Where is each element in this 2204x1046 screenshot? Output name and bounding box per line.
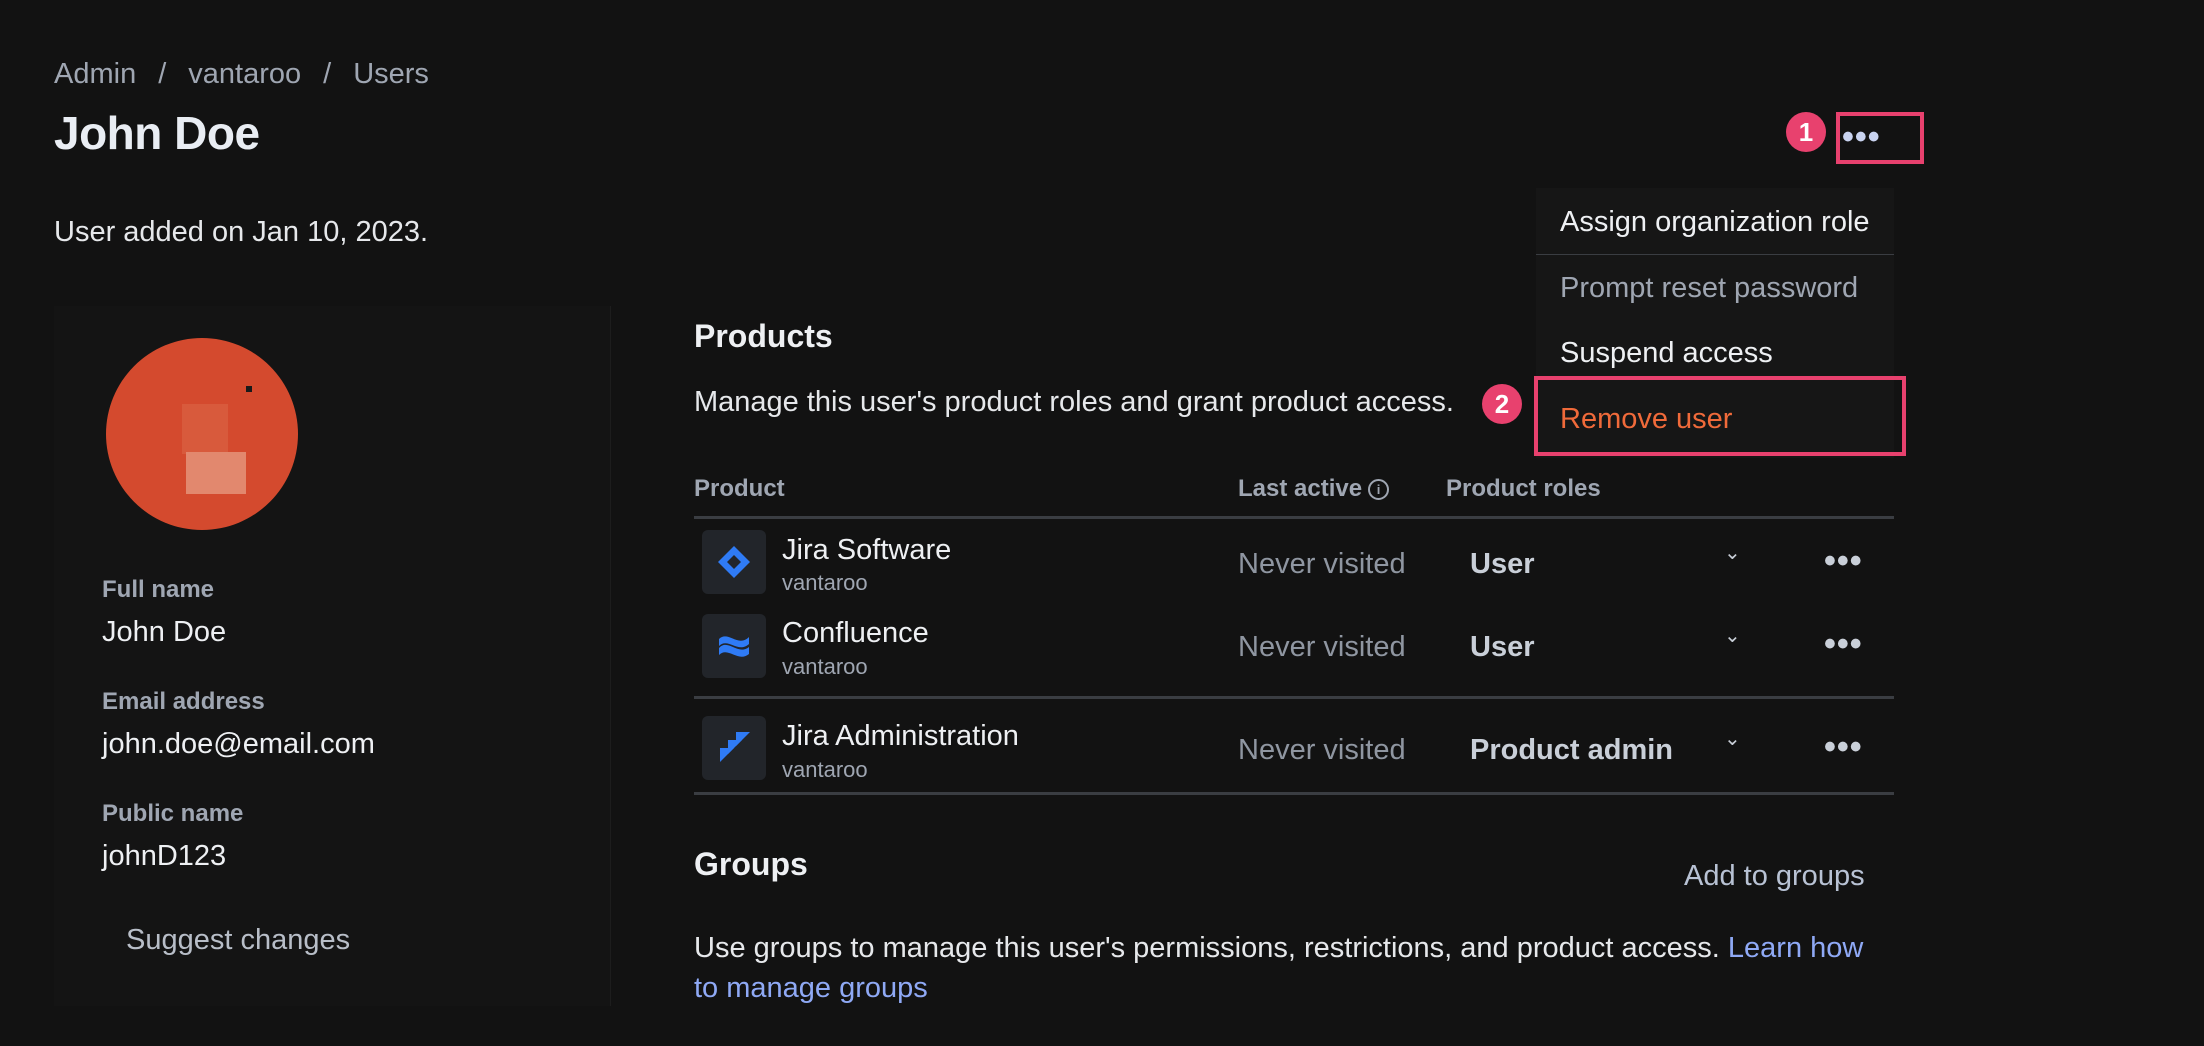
menu-item-assign-role[interactable]: Assign organization role xyxy=(1560,206,1870,239)
public-name-value: johnD123 xyxy=(102,840,227,872)
role-select[interactable]: User xyxy=(1470,631,1535,664)
learn-groups-link-cont[interactable]: to manage groups xyxy=(694,972,928,1004)
table-bottom-divider xyxy=(694,792,1894,795)
column-header-product-roles: Product roles xyxy=(1446,475,1601,502)
confluence-icon xyxy=(702,614,766,678)
column-header-product: Product xyxy=(694,475,785,502)
suggest-changes-button[interactable]: Suggest changes xyxy=(104,916,372,965)
product-name[interactable]: Jira Administration xyxy=(782,720,1019,753)
breadcrumb-users[interactable]: Users xyxy=(353,58,429,91)
breadcrumb-separator: / xyxy=(323,58,332,90)
products-description: Manage this user's product roles and gra… xyxy=(694,386,1454,418)
table-header-divider xyxy=(694,516,1894,519)
jira-software-icon xyxy=(702,530,766,594)
email-value: john.doe@email.com xyxy=(102,728,375,760)
product-name[interactable]: Jira Software xyxy=(782,534,951,567)
info-icon[interactable]: i xyxy=(1368,479,1390,501)
groups-title: Groups xyxy=(694,846,808,882)
last-active-value: Never visited xyxy=(1238,548,1406,580)
full-name-label: Full name xyxy=(102,576,215,603)
jira-admin-icon xyxy=(702,716,766,780)
menu-divider xyxy=(1536,254,1894,255)
breadcrumb: Admin / vantaroo / Users xyxy=(54,58,429,91)
annotation-badge-2: 2 xyxy=(1482,384,1522,424)
row-more-button[interactable]: ••• xyxy=(1824,542,1863,581)
last-active-label: Last active xyxy=(1238,475,1363,502)
more-actions-button[interactable]: ••• xyxy=(1842,118,1881,157)
full-name-value: John Doe xyxy=(102,616,227,648)
product-site: vantaroo xyxy=(782,570,868,595)
email-label: Email address xyxy=(102,688,265,715)
product-site: vantaroo xyxy=(782,757,868,782)
breadcrumb-separator: / xyxy=(158,58,167,90)
breadcrumb-org[interactable]: vantaroo xyxy=(188,58,301,91)
role-select[interactable]: Product admin xyxy=(1470,734,1673,767)
chevron-down-icon[interactable]: ⌄ xyxy=(1724,726,1741,751)
highlight-box-remove xyxy=(1534,376,1906,456)
groups-description: Use groups to manage this user's permiss… xyxy=(694,928,1894,1008)
menu-item-reset-password[interactable]: Prompt reset password xyxy=(1560,272,1858,305)
menu-item-suspend-access[interactable]: Suspend access xyxy=(1560,337,1773,370)
products-title: Products xyxy=(694,318,833,354)
product-name[interactable]: Confluence xyxy=(782,617,929,650)
table-group-divider xyxy=(694,696,1894,699)
row-more-button[interactable]: ••• xyxy=(1824,625,1863,664)
public-name-label: Public name xyxy=(102,800,244,827)
chevron-down-icon[interactable]: ⌄ xyxy=(1724,623,1741,648)
product-site: vantaroo xyxy=(782,654,868,679)
add-to-groups-button[interactable]: Add to groups xyxy=(1684,860,1865,893)
avatar xyxy=(106,338,298,530)
last-active-value: Never visited xyxy=(1238,631,1406,663)
chevron-down-icon[interactable]: ⌄ xyxy=(1724,540,1741,565)
user-added-note: User added on Jan 10, 2023. xyxy=(54,216,429,248)
last-active-value: Never visited xyxy=(1238,734,1406,766)
role-select[interactable]: User xyxy=(1470,548,1535,581)
annotation-badge-1: 1 xyxy=(1786,112,1826,152)
groups-description-text: Use groups to manage this user's permiss… xyxy=(694,932,1720,964)
breadcrumb-admin[interactable]: Admin xyxy=(54,58,136,91)
row-more-button[interactable]: ••• xyxy=(1824,728,1863,767)
column-header-last-active: Last active i xyxy=(1238,475,1390,503)
page-title: John Doe xyxy=(54,107,260,159)
learn-groups-link[interactable]: Learn how xyxy=(1728,932,1863,964)
